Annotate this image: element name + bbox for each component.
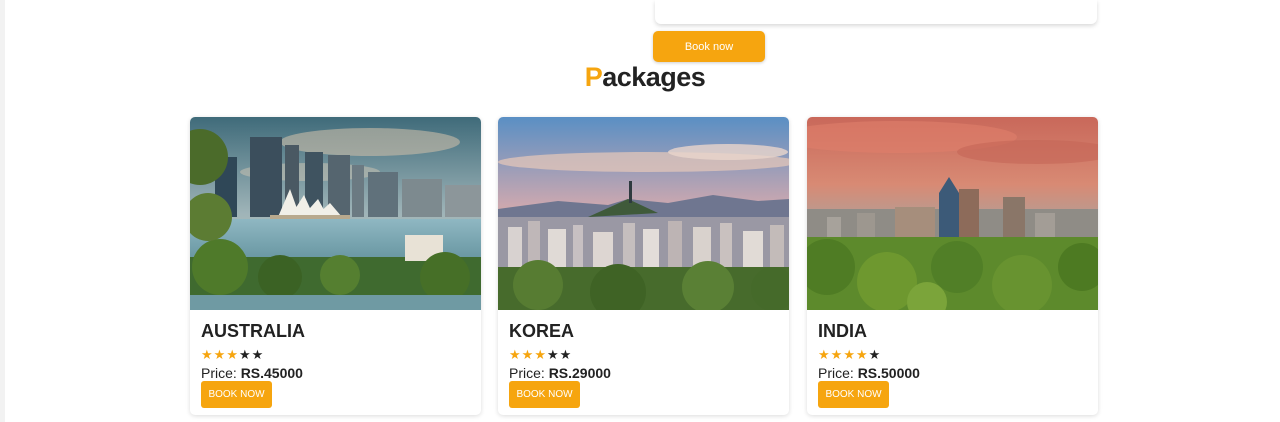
price-label: Price: bbox=[201, 365, 237, 381]
star-icon: ★ bbox=[238, 347, 252, 362]
package-card-india: INDIA ★★★★★ Price: RS.50000 BOOK NOW bbox=[807, 117, 1098, 415]
star-icon: ★ bbox=[818, 347, 831, 362]
package-image-india bbox=[807, 117, 1098, 310]
star-icon: ★ bbox=[251, 347, 265, 362]
star-icon: ★ bbox=[855, 347, 869, 362]
package-image-australia bbox=[190, 117, 481, 310]
package-image-korea bbox=[498, 117, 789, 310]
heading-text: ackages bbox=[602, 62, 706, 92]
package-title: KOREA bbox=[509, 321, 575, 341]
packages-heading: Packages bbox=[0, 62, 1280, 93]
star-icon: ★ bbox=[559, 347, 573, 362]
package-title: AUSTRALIA bbox=[201, 321, 305, 341]
rating-stars: ★★★★★ bbox=[818, 347, 881, 363]
star-icon: ★ bbox=[830, 347, 844, 362]
book-now-button[interactable]: Book now bbox=[653, 31, 765, 62]
book-now-button-australia[interactable]: BOOK NOW bbox=[201, 381, 272, 408]
price-label: Price: bbox=[509, 365, 545, 381]
price-label: Price: bbox=[818, 365, 854, 381]
star-icon: ★ bbox=[521, 347, 535, 362]
rating-stars: ★★★★★ bbox=[509, 347, 572, 363]
booking-form-card-bottom bbox=[655, 0, 1097, 24]
package-card-korea: KOREA ★★★★★ Price: RS.29000 BOOK NOW bbox=[498, 117, 789, 415]
star-icon: ★ bbox=[534, 347, 547, 362]
star-icon: ★ bbox=[868, 347, 882, 362]
star-icon: ★ bbox=[213, 347, 227, 362]
rating-stars: ★★★★★ bbox=[201, 347, 264, 363]
price-value: RS.45000 bbox=[240, 365, 303, 381]
star-icon: ★ bbox=[509, 347, 522, 362]
price-value: RS.50000 bbox=[857, 365, 920, 381]
package-price: Price: RS.50000 bbox=[818, 365, 920, 381]
package-price: Price: RS.29000 bbox=[509, 365, 611, 381]
package-card-australia: AUSTRALIA ★★★★★ Price: RS.45000 BOOK NOW bbox=[190, 117, 481, 415]
book-now-button-korea[interactable]: BOOK NOW bbox=[509, 381, 580, 408]
star-icon: ★ bbox=[201, 347, 214, 362]
star-icon: ★ bbox=[843, 347, 856, 362]
heading-accent-letter: P bbox=[584, 62, 603, 92]
book-now-button-india[interactable]: BOOK NOW bbox=[818, 381, 889, 408]
package-price: Price: RS.45000 bbox=[201, 365, 303, 381]
package-title: INDIA bbox=[818, 321, 867, 341]
star-icon: ★ bbox=[226, 347, 239, 362]
star-icon: ★ bbox=[546, 347, 560, 362]
price-value: RS.29000 bbox=[548, 365, 611, 381]
